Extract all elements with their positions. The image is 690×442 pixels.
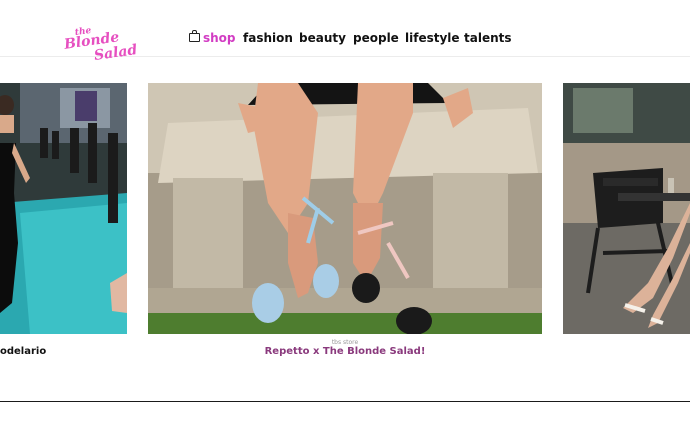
slide-center-title[interactable]: Repetto x The Blonde Salad!: [148, 346, 542, 357]
section-divider: [0, 401, 690, 402]
nav-label-lifestyle: lifestyle: [405, 31, 460, 45]
nav-label-fashion: fashion: [243, 31, 293, 45]
nav-item-shop[interactable]: shop: [189, 30, 236, 45]
carousel-slide-left[interactable]: [0, 83, 127, 334]
slide-left-title[interactable]: odelario: [0, 346, 46, 357]
site-header: the Blonde Salad shop fashion beauty peo…: [0, 0, 690, 64]
nav-label-people: people: [353, 31, 399, 45]
repetto-shoes-photo: [148, 83, 542, 334]
logo-word-salad: Salad: [93, 42, 139, 64]
cafe-photo: [563, 83, 690, 334]
nav-item-fashion[interactable]: fashion: [243, 31, 293, 45]
nav-item-people[interactable]: people: [353, 31, 399, 45]
carousel-slide-right[interactable]: [563, 83, 690, 334]
nav-label-beauty: beauty: [299, 31, 346, 45]
event-photo: [0, 83, 127, 334]
carousel-slide-center[interactable]: [148, 83, 542, 334]
slide-center-tag: tbs store: [331, 339, 359, 346]
nav-item-beauty[interactable]: beauty: [299, 31, 346, 45]
nav-label-talents: talents: [464, 31, 512, 45]
nav-label-shop: shop: [203, 31, 236, 45]
nav-item-talents[interactable]: talents: [464, 31, 512, 45]
shopping-bag-icon: [189, 30, 200, 42]
nav-item-lifestyle[interactable]: lifestyle: [405, 31, 460, 45]
